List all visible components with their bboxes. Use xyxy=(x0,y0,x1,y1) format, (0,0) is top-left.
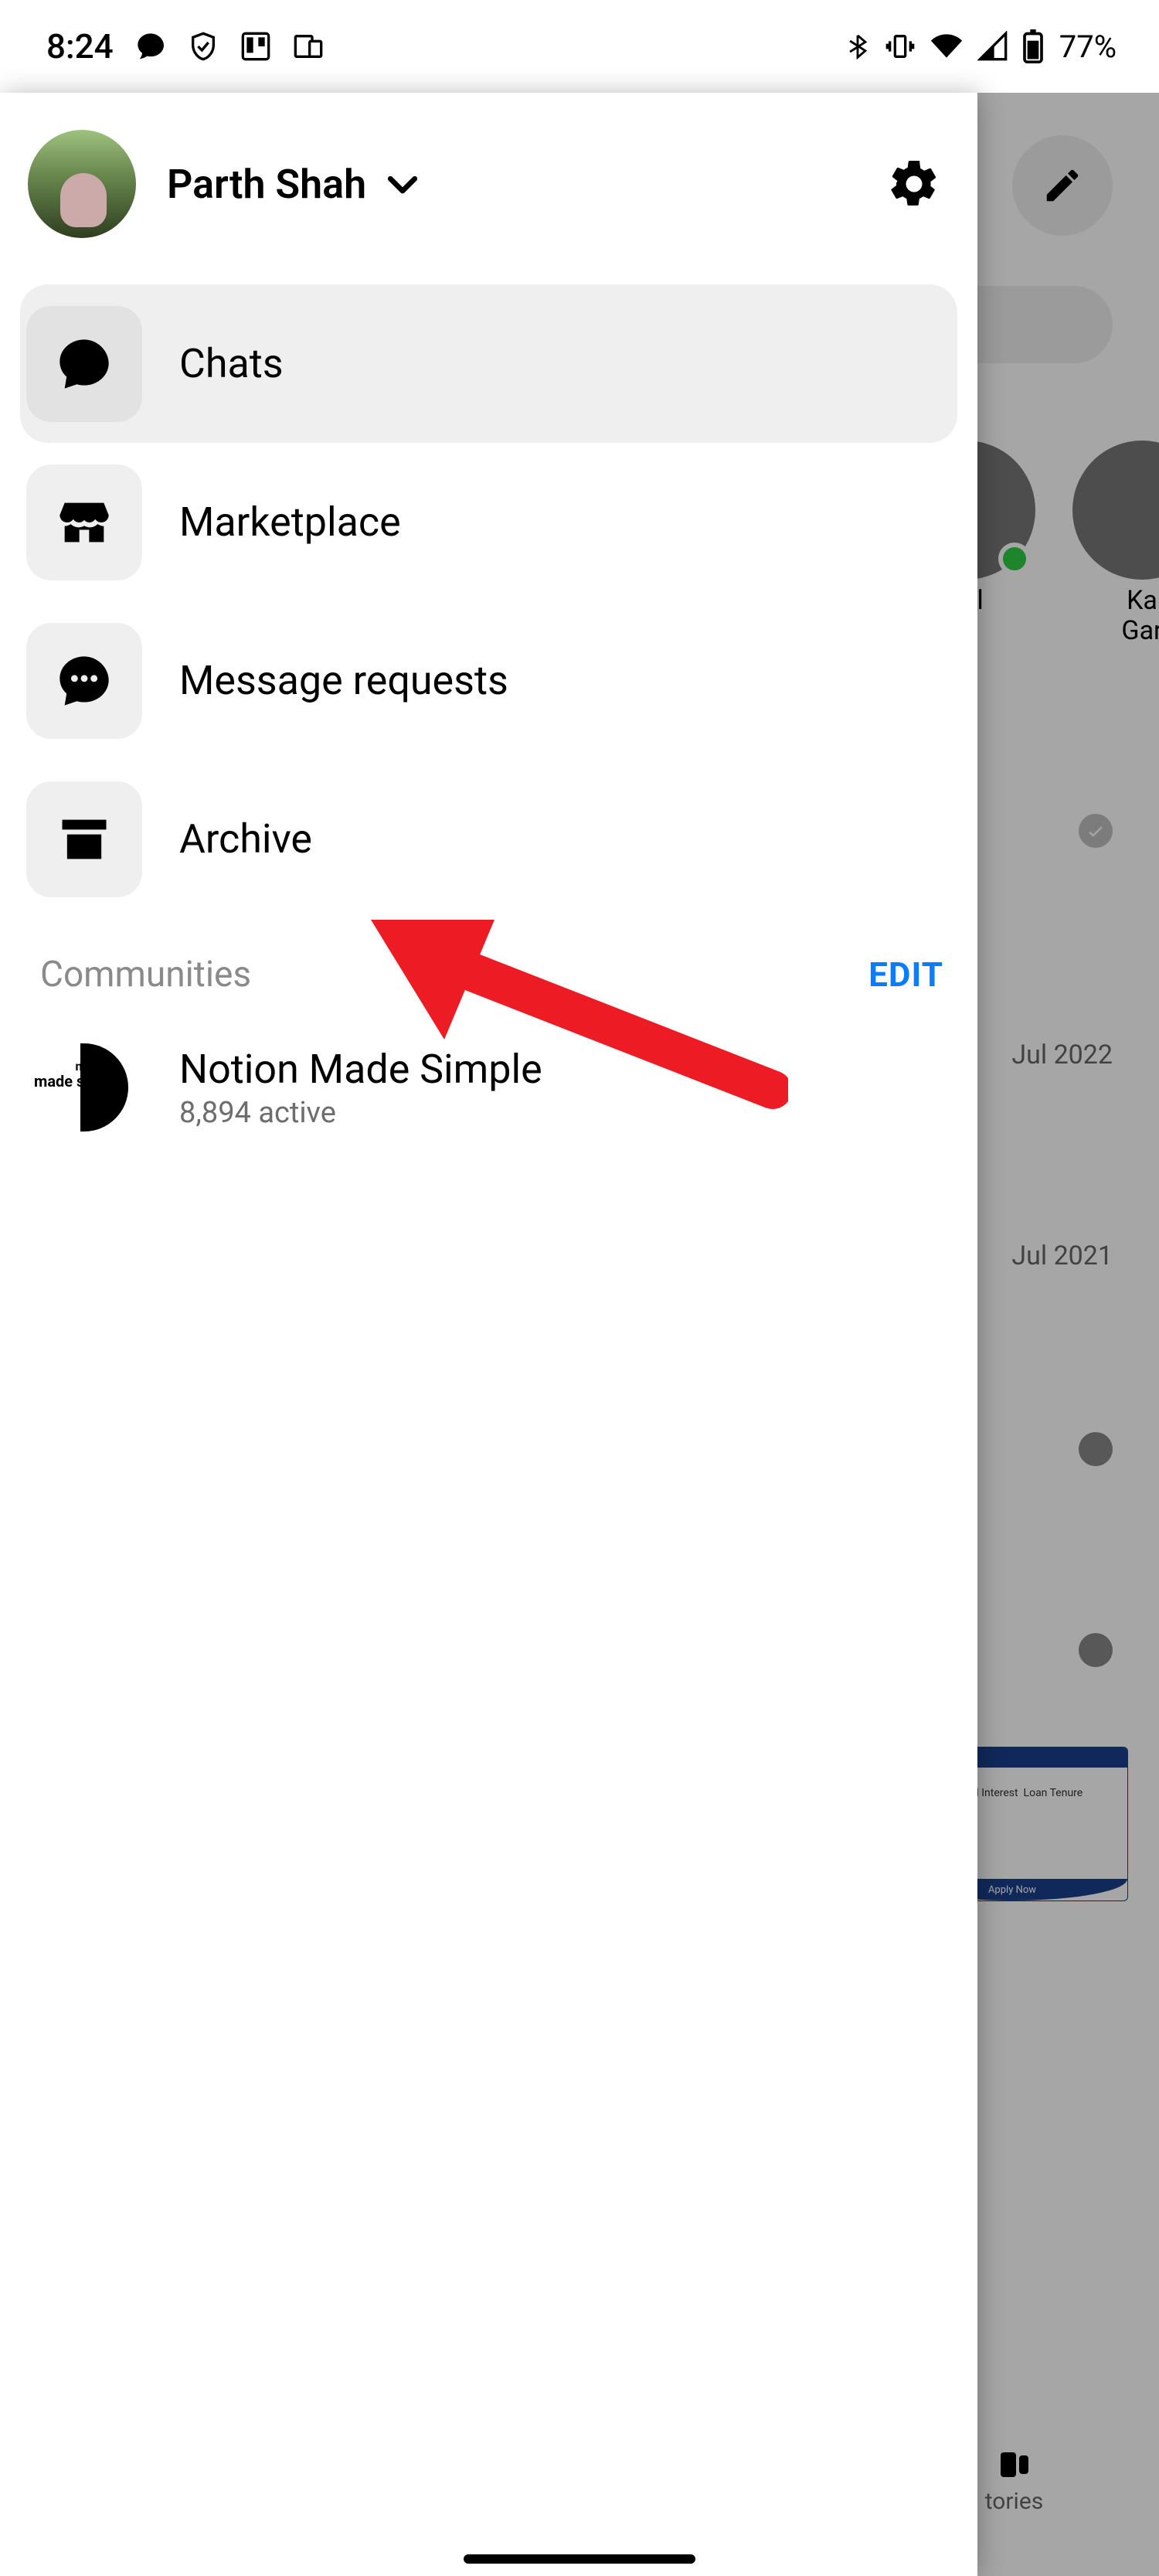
bluetooth-icon xyxy=(845,33,871,60)
trello-icon xyxy=(240,31,271,62)
devices-icon xyxy=(293,31,324,62)
nav-label: Archive xyxy=(179,815,312,863)
settings-button[interactable] xyxy=(886,156,942,212)
chat-notif-icon xyxy=(135,31,166,62)
community-name: Notion Made Simple xyxy=(179,1046,542,1093)
community-logo: notionmade simp xyxy=(26,1029,142,1145)
nav-marketplace[interactable]: Marketplace xyxy=(20,443,957,601)
shield-icon xyxy=(188,31,219,62)
archive-icon xyxy=(26,781,142,897)
status-bar: 8:24 77% xyxy=(0,0,1159,93)
battery-icon xyxy=(1022,29,1044,63)
profile-name[interactable]: Parth Shah xyxy=(167,161,366,208)
navigation-drawer: Parth Shah Chats Marketplace xyxy=(0,93,977,2576)
chat-bubble-icon xyxy=(26,306,142,422)
nav-label: Chats xyxy=(179,340,284,387)
nav-chats[interactable]: Chats xyxy=(20,284,957,443)
cell-signal-icon xyxy=(977,31,1008,62)
marketplace-icon xyxy=(26,464,142,580)
profile-avatar[interactable] xyxy=(28,130,136,238)
gesture-nav-bar[interactable] xyxy=(464,2554,695,2564)
chevron-down-icon[interactable] xyxy=(382,163,423,205)
edit-communities-button[interactable]: EDIT xyxy=(868,955,943,995)
battery-percent: 77% xyxy=(1059,29,1117,65)
wifi-icon xyxy=(930,29,964,63)
status-time: 8:24 xyxy=(46,26,114,66)
community-item[interactable]: notionmade simp Notion Made Simple 8,894… xyxy=(20,1009,957,1165)
nav-message-requests[interactable]: Message requests xyxy=(20,601,957,760)
nav-label: Marketplace xyxy=(179,499,401,546)
nav-archive[interactable]: Archive xyxy=(20,760,957,918)
message-requests-icon xyxy=(26,623,142,739)
community-active-count: 8,894 active xyxy=(179,1096,542,1130)
vibrate-icon xyxy=(885,31,916,62)
communities-heading: Communities xyxy=(40,954,251,995)
nav-label: Message requests xyxy=(179,657,508,704)
